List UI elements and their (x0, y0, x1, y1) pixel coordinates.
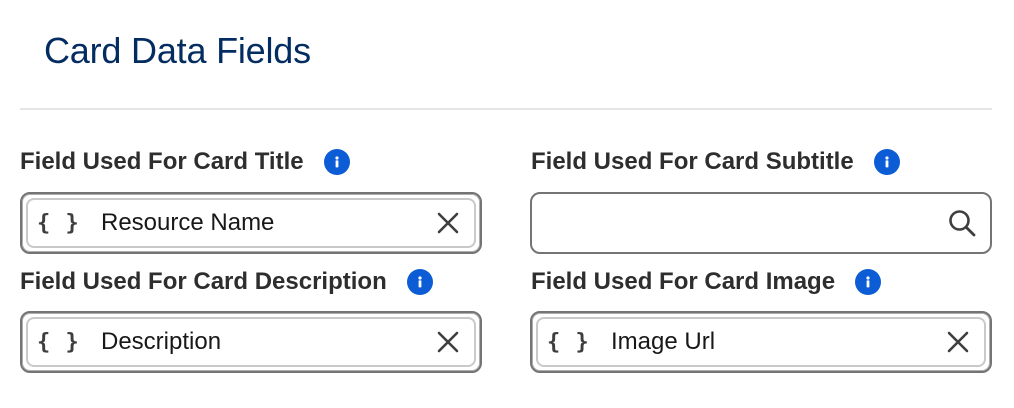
merge-field-icon: { } (37, 329, 80, 355)
card-subtitle-input[interactable] (532, 194, 990, 252)
card-title-label: Field Used For Card Title (20, 148, 304, 175)
info-icon[interactable] (323, 149, 350, 175)
merge-field-icon: { } (37, 210, 80, 236)
close-icon[interactable] (944, 328, 972, 356)
search-icon[interactable] (946, 207, 978, 239)
card-description-pill[interactable]: { } Description (26, 317, 476, 367)
card-title-field[interactable]: { } Resource Name (20, 192, 482, 254)
card-subtitle-field[interactable] (530, 192, 992, 254)
field-label-card-description: Field Used For Card Description (20, 268, 433, 296)
card-image-field[interactable]: { } Image Url (530, 311, 992, 373)
info-icon[interactable] (873, 149, 900, 175)
merge-field-icon: { } (547, 329, 590, 355)
section-divider (20, 108, 992, 110)
card-image-label: Field Used For Card Image (531, 268, 836, 295)
card-image-pill[interactable]: { } Image Url (536, 317, 986, 367)
card-description-label: Field Used For Card Description (20, 268, 387, 295)
card-title-value: Resource Name (101, 209, 275, 236)
card-description-field[interactable]: { } Description (20, 311, 482, 373)
field-label-card-subtitle: Field Used For Card Subtitle (531, 148, 900, 176)
info-icon[interactable] (406, 269, 433, 295)
card-title-pill[interactable]: { } Resource Name (26, 198, 476, 248)
field-label-card-image: Field Used For Card Image (531, 268, 882, 296)
card-image-value: Image Url (611, 328, 716, 355)
close-icon[interactable] (434, 328, 462, 356)
field-label-card-title: Field Used For Card Title (20, 148, 350, 176)
card-subtitle-label: Field Used For Card Subtitle (531, 148, 854, 175)
card-description-value: Description (101, 328, 222, 355)
info-icon[interactable] (855, 269, 882, 295)
section-title: Card Data Fields (44, 30, 311, 71)
close-icon[interactable] (434, 209, 462, 237)
